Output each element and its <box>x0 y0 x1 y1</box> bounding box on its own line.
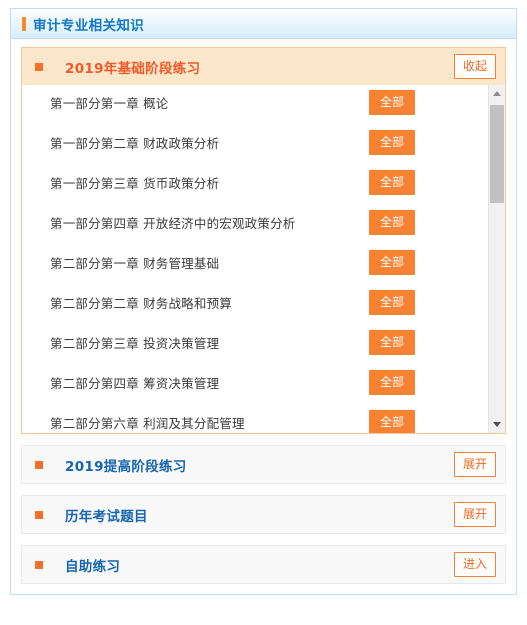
chapter-row-label: 第一部分第一章 概论 <box>50 95 169 111</box>
accordion-header-basic-stage[interactable]: 2019年基础阶段练习 收起 <box>22 48 505 85</box>
square-bullet-icon <box>35 460 43 469</box>
accordion-title-basic-stage: 2019年基础阶段练习 <box>65 60 201 77</box>
accordion-header-collapsed[interactable]: 自助练习 进入 <box>21 545 506 584</box>
chapter-row[interactable]: 第二部分第四章 筹资决策管理 全部 <box>22 362 488 402</box>
triangle-down-icon <box>493 422 501 427</box>
chapter-row-label: 第一部分第四章 开放经济中的宏观政策分析 <box>50 215 296 231</box>
accordion-header-collapsed[interactable]: 历年考试题目 展开 <box>21 495 506 534</box>
chapter-list-scrollbar[interactable] <box>488 85 505 433</box>
chapter-row[interactable]: 第一部分第四章 开放经济中的宏观政策分析 全部 <box>22 202 488 242</box>
chapter-row[interactable]: 第一部分第三章 货币政策分析 全部 <box>22 162 488 202</box>
chapter-all-button[interactable]: 全部 <box>368 369 415 395</box>
triangle-up-icon <box>493 91 501 96</box>
chapter-row[interactable]: 第一部分第一章 概论 全部 <box>22 85 488 122</box>
vertical-bar-icon <box>22 16 26 31</box>
square-bullet-icon <box>35 510 43 519</box>
chapter-all-button[interactable]: 全部 <box>368 329 415 355</box>
panel-body: 2019年基础阶段练习 收起 第一部分第一章 概论 全部 第一部分第二章 财政政策分… <box>11 39 516 594</box>
expand-button[interactable]: 展开 <box>453 452 496 477</box>
panel-header: 审计专业相关知识 <box>11 9 516 39</box>
chapter-row-label: 第二部分第六章 利润及其分配管理 <box>50 415 245 431</box>
chapter-all-button[interactable]: 全部 <box>368 129 415 155</box>
accordion-title-collapsed: 历年考试题目 <box>65 508 148 525</box>
chapter-row[interactable]: 第一部分第二章 财政政策分析 全部 <box>22 122 488 162</box>
chapter-all-button[interactable]: 全部 <box>368 289 415 315</box>
page-root: 审计专业相关知识 2019年基础阶段练习 收起 第一部分第一章 概论 全部 第一部分… <box>0 0 527 625</box>
accordion-title-collapsed: 自助练习 <box>65 558 121 575</box>
expand-button[interactable]: 展开 <box>453 502 496 527</box>
accordion-header-collapsed[interactable]: 2019提高阶段练习 展开 <box>21 445 506 484</box>
chapter-all-button[interactable]: 全部 <box>368 89 415 115</box>
square-bullet-icon <box>35 62 43 71</box>
collapse-button[interactable]: 收起 <box>453 54 496 79</box>
chapter-all-button[interactable]: 全部 <box>368 249 415 275</box>
chapter-list: 第一部分第一章 概论 全部 第一部分第二章 财政政策分析 全部 第一部分第三章 货币政策… <box>22 85 488 433</box>
chapter-row[interactable]: 第二部分第二章 财务战略和预算 全部 <box>22 282 488 322</box>
chapter-all-button[interactable]: 全部 <box>368 409 415 433</box>
chapter-row-label: 第二部分第三章 投资决策管理 <box>50 335 220 351</box>
chapter-row[interactable]: 第二部分第三章 投资决策管理 全部 <box>22 322 488 362</box>
chapter-row-label: 第二部分第一章 财务管理基础 <box>50 255 220 271</box>
expand-button[interactable]: 进入 <box>453 552 496 577</box>
square-bullet-icon <box>35 560 43 569</box>
chapter-all-button[interactable]: 全部 <box>368 209 415 235</box>
chapter-row-label: 第一部分第三章 货币政策分析 <box>50 175 220 191</box>
chapter-row-label: 第二部分第二章 财务战略和预算 <box>50 295 232 311</box>
scroll-up-button[interactable] <box>489 85 505 102</box>
chapter-all-button[interactable]: 全部 <box>368 169 415 195</box>
chapter-list-scroll-area: 第一部分第一章 概论 全部 第一部分第二章 财政政策分析 全部 第一部分第三章 货币政策… <box>22 85 505 433</box>
accordion-section-basic-stage: 2019年基础阶段练习 收起 第一部分第一章 概论 全部 第一部分第二章 财政政策分… <box>21 47 506 434</box>
chapter-row[interactable]: 第二部分第六章 利润及其分配管理 全部 <box>22 402 488 433</box>
chapter-row-label: 第二部分第四章 筹资决策管理 <box>50 375 220 391</box>
chapter-row[interactable]: 第二部分第一章 财务管理基础 全部 <box>22 242 488 282</box>
accordion-title-collapsed: 2019提高阶段练习 <box>65 458 187 475</box>
chapter-row-label: 第一部分第二章 财政政策分析 <box>50 135 220 151</box>
scrollbar-thumb[interactable] <box>490 105 504 203</box>
collapsed-sections: 2019提高阶段练习 展开 历年考试题目 展开 自助练习 进入 <box>21 445 506 584</box>
course-panel: 审计专业相关知识 2019年基础阶段练习 收起 第一部分第一章 概论 全部 第一部分… <box>10 8 517 595</box>
page-title: 审计专业相关知识 <box>33 17 145 34</box>
scroll-down-button[interactable] <box>489 416 505 433</box>
